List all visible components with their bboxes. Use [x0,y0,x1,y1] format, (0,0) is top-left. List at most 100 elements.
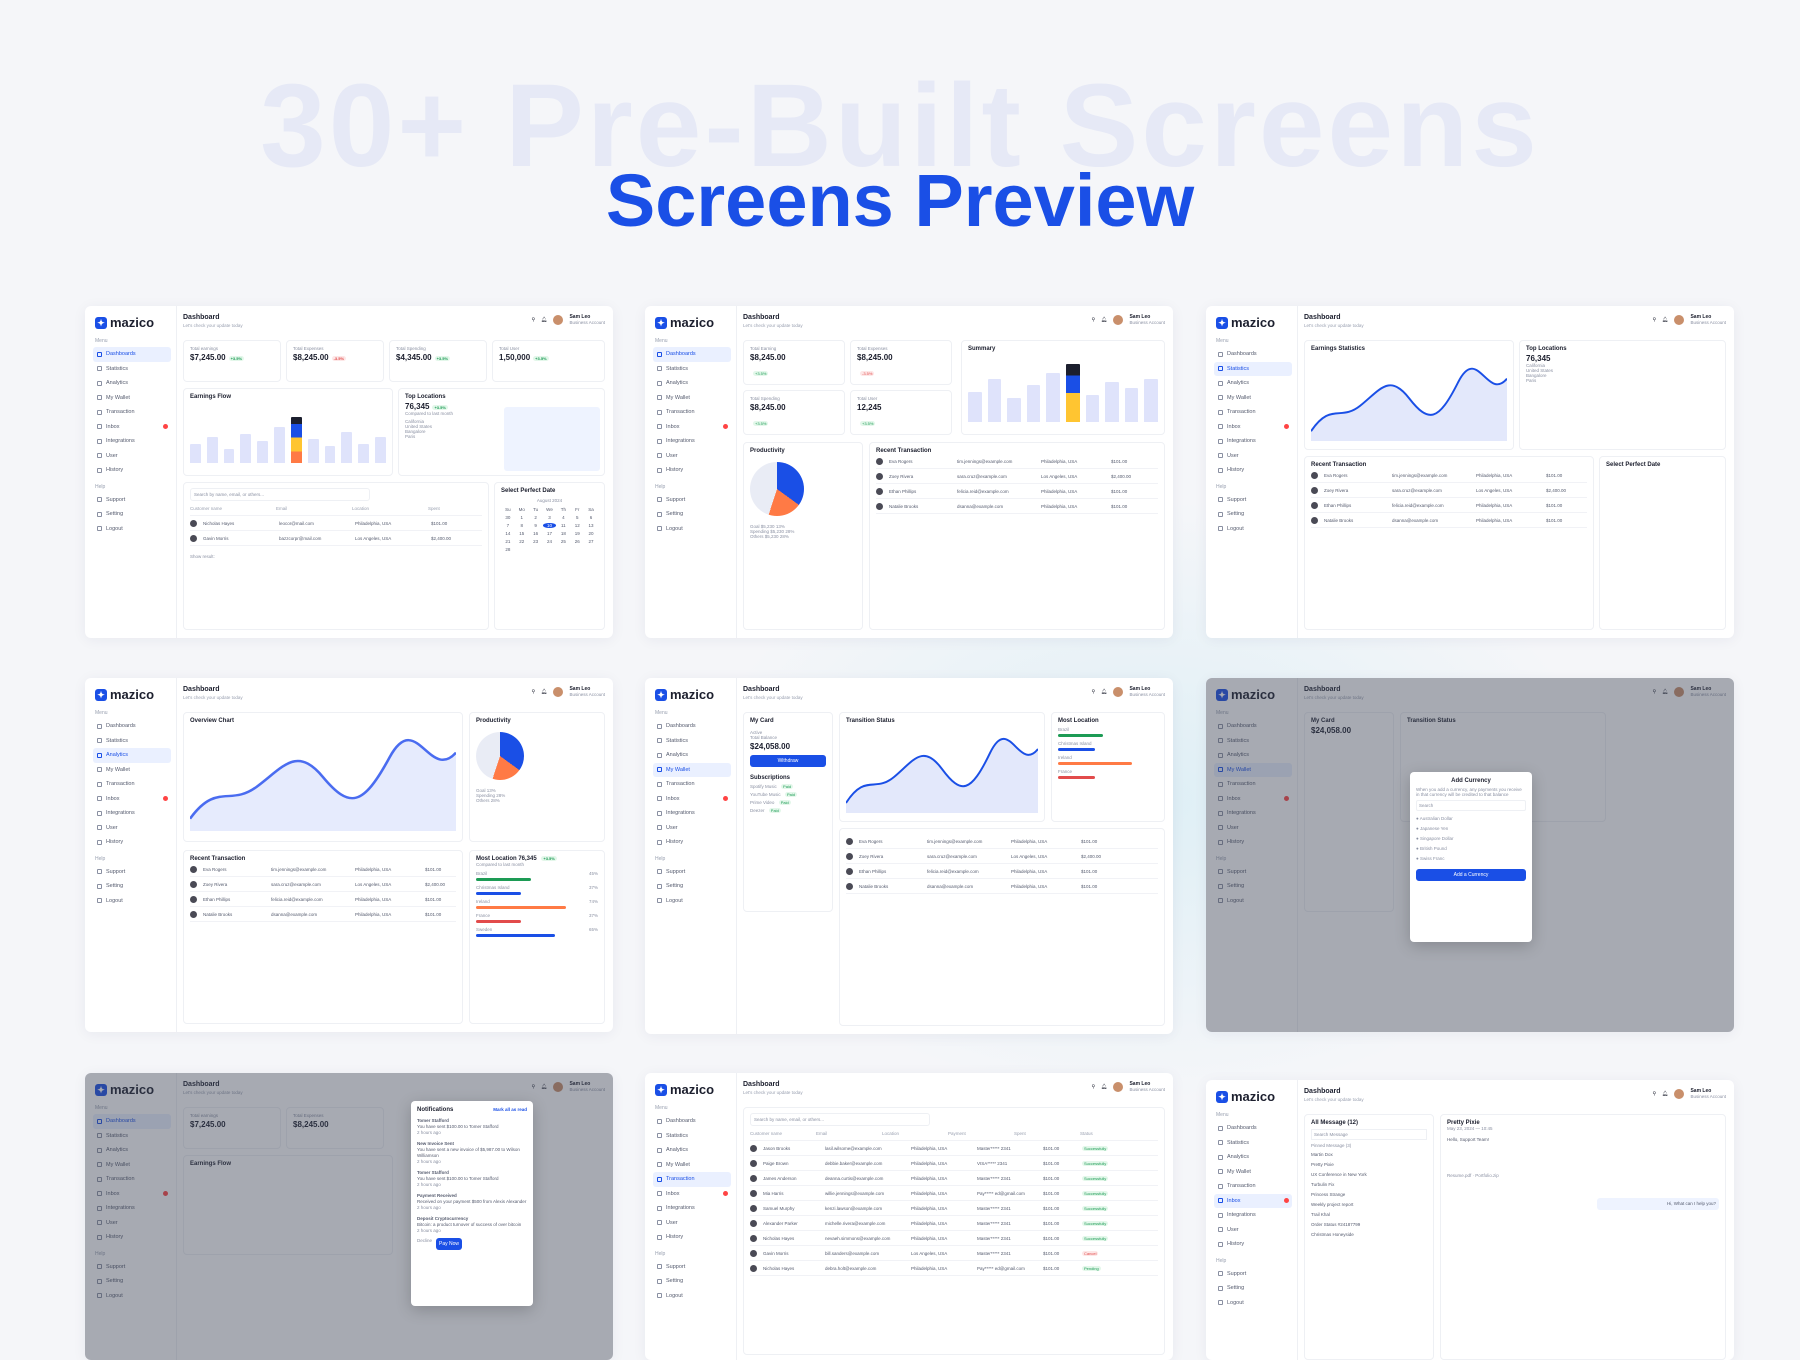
logo[interactable]: ✦ mazico [655,1082,714,1097]
menu-item[interactable]: Integrations [93,806,171,821]
search-icon[interactable]: ⚲ [1652,1091,1656,1097]
menu-item[interactable]: Setting [653,879,731,894]
table-row[interactable]: Eva Rogers tim.jennings@example.com Philad… [190,862,456,877]
bell-icon[interactable]: 🔔︎ [1101,317,1107,323]
menu-item[interactable]: Logout [1214,522,1292,537]
menu-item[interactable]: History [653,1230,731,1245]
file-attachment[interactable]: Resume.pdf [1447,1173,1471,1178]
bell-icon[interactable]: 🔔︎ [1101,1084,1107,1090]
logo[interactable]: ✦ mazico [95,315,154,330]
currency-option[interactable]: ● British Pound [1416,846,1526,851]
calendar-day[interactable]: 30 [501,515,515,520]
menu-item[interactable]: My Wallet [93,763,171,778]
menu-item[interactable]: Transaction [1214,405,1292,420]
menu-item[interactable]: Integrations [1214,434,1292,449]
table-row[interactable]: Samuel Murphy kenzi.lawson@example.com Phi… [750,1201,1158,1216]
menu-item[interactable]: Setting [93,879,171,894]
message-thread[interactable]: Order Status #24187799 [1311,1222,1427,1228]
menu-item-support[interactable]: Support [93,493,171,508]
menu-item[interactable]: Dashboards [653,1114,731,1129]
menu-item[interactable]: Setting [653,507,731,522]
calendar-day[interactable]: 12 [570,523,584,528]
calendar-day[interactable]: 22 [515,539,529,544]
table-row[interactable]: Eva Rogers tim.jennings@example.com Philad… [1311,468,1587,483]
calendar-day[interactable]: 24 [543,539,557,544]
currency-search-input[interactable]: Search [1416,800,1526,811]
calendar-day[interactable]: 6 [584,515,598,520]
menu-item[interactable]: History [1214,463,1292,478]
menu-item[interactable]: Dashboards [93,719,171,734]
calendar-day[interactable]: 11 [556,523,570,528]
menu-item[interactable]: User [1214,449,1292,464]
message-thread[interactable]: Martin Dox [1311,1152,1427,1158]
message-thread[interactable]: Weekly project report [1311,1202,1427,1208]
currency-option[interactable]: ● Japanese Yen [1416,826,1526,831]
menu-item[interactable]: User [1214,1223,1292,1238]
menu-item[interactable]: Support [653,493,731,508]
menu-item[interactable]: Statistics [1214,361,1292,376]
menu-item[interactable]: Support [1214,1267,1292,1282]
search-icon[interactable]: ⚲ [1091,317,1095,323]
menu-item[interactable]: User [653,821,731,836]
table-row[interactable]: James Anderson deanna.curtis@example.com P… [750,1171,1158,1186]
table-row[interactable]: Eva Rogers tim.jennings@example.com Philad… [876,454,1158,469]
table-row[interactable]: Natalie Brooks dsanna@example.com Philadel… [1311,513,1587,528]
message-thread[interactable]: Princess Strange [1311,1192,1427,1198]
menu-item[interactable]: Setting [1214,507,1292,522]
menu-item[interactable]: Support [1214,493,1292,508]
menu-item[interactable]: Dashboards [1214,347,1292,362]
menu-item[interactable]: Integrations [653,806,731,821]
menu-item[interactable]: Support [653,1260,731,1275]
table-row[interactable]: Eva Rogers tim.jennings@example.com Philad… [846,834,1158,849]
menu-item[interactable]: Inbox [1214,1193,1292,1208]
table-row[interactable]: Zoey Rivera sara.cruz@example.com Los Ange… [846,849,1158,864]
menu-item[interactable]: Inbox [653,792,731,807]
menu-item-logout[interactable]: Logout [93,522,171,537]
table-row[interactable]: Nicholas Hayes leocor@mail.com Philadelphi… [190,516,482,531]
menu-item-inbox[interactable]: Inbox [93,420,171,435]
calendar-day[interactable]: 17 [543,531,557,536]
calendar-day[interactable]: 4 [556,515,570,520]
menu-item[interactable]: Inbox [93,792,171,807]
menu-item[interactable]: Dashboards [653,347,731,362]
table-row[interactable]: Natalie Brooks dsanna@example.com Philadel… [846,879,1158,894]
table-row[interactable]: Ethan Phillips felicia.reid@example.com Ph… [846,864,1158,879]
menu-item[interactable]: Statistics [653,1129,731,1144]
avatar[interactable] [553,687,564,697]
menu-item[interactable]: Logout [93,894,171,909]
menu-item[interactable]: Logout [1214,1296,1292,1311]
table-row[interactable]: Natalie Brooks dsanna@example.com Philadel… [190,907,456,922]
message-thread[interactable]: Trail Khal [1311,1212,1427,1218]
calendar-day[interactable]: 9 [529,523,543,528]
calendar-day[interactable]: 3 [543,515,557,520]
search-icon[interactable]: ⚲ [531,317,535,323]
notification-item[interactable]: New Invoice Sent You have sent a new invo… [417,1141,527,1165]
notification-item[interactable]: Tomer Stafford You have sent $100.00 to T… [417,1118,527,1136]
currency-option[interactable]: ● Australian Dollar [1416,816,1526,821]
menu-item[interactable]: Statistics [653,734,731,749]
menu-item[interactable]: Support [93,865,171,880]
menu-item[interactable]: Integrations [1214,1208,1292,1223]
search-icon[interactable]: ⚲ [1091,1084,1095,1090]
table-row[interactable]: Ethan Phillips felicia.reid@example.com Ph… [1311,498,1587,513]
menu-item[interactable]: Transaction [653,1172,731,1187]
calendar-day[interactable]: 16 [529,531,543,536]
menu-item[interactable]: Analytics [1214,1150,1292,1165]
menu-item[interactable]: Dashboards [653,719,731,734]
avatar[interactable] [553,315,564,325]
calendar-day[interactable]: 5 [570,515,584,520]
table-row[interactable]: Nicholas Hayes nevaeh.simmons@example.com… [750,1231,1158,1246]
menu-item[interactable]: Logout [653,1289,731,1304]
calendar-grid[interactable]: Su Mo Tu We Th Fr Sa 30 1 2 3 4 5 6 7 8 9 10 11 12 13 14 15 16 1… [501,507,598,552]
menu-item[interactable]: Statistics [653,362,731,377]
menu-item-analytics[interactable]: Analytics [93,376,171,391]
menu-item[interactable]: History [1214,1237,1292,1252]
menu-item-transaction[interactable]: Transaction [93,405,171,420]
menu-item[interactable]: Setting [653,1274,731,1289]
calendar-day[interactable]: 2 [529,515,543,520]
avatar[interactable] [1113,315,1124,325]
withdraw-button[interactable]: Withdraw [750,755,826,767]
currency-option[interactable]: ● Swiss Franc [1416,856,1526,861]
avatar[interactable] [1674,315,1685,325]
table-row[interactable]: Zoey Rivera sara.cruz@example.com Los Ange… [190,877,456,892]
